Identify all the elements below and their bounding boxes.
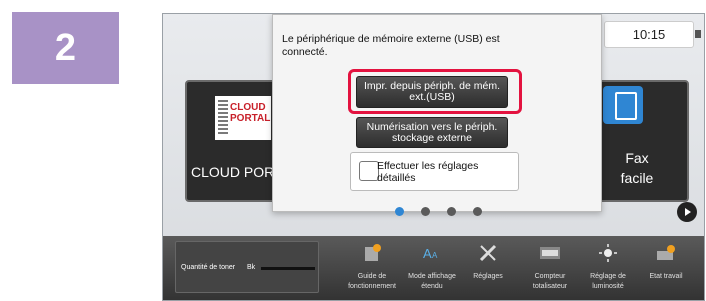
tool-label: Réglages [473, 273, 503, 280]
wrench-screwdriver-icon [476, 242, 500, 264]
detailed-settings-row[interactable]: Effectuer les réglages détaillés [350, 152, 519, 191]
cloud-portal-logo: CLOUD PORTAL [215, 96, 271, 140]
toner-meter [261, 267, 315, 270]
tool-job-status[interactable]: Etat travail [635, 242, 697, 282]
scan-to-usb-button[interactable]: Numérisation vers le périph. stockage ex… [356, 117, 508, 148]
detailed-settings-checkbox[interactable] [359, 161, 379, 181]
guide-book-icon [360, 242, 384, 264]
fax-icon [603, 86, 643, 124]
svg-text:A: A [423, 246, 432, 261]
tool-label: Etat travail [649, 273, 683, 280]
toner-panel: Quantité de toner Bk [175, 241, 319, 293]
page-dot[interactable] [473, 207, 482, 216]
clock: 10:15 [604, 21, 694, 48]
tool-label: Guide de fonctionnement [348, 273, 396, 290]
page-dot[interactable] [447, 207, 456, 216]
dialog-message: Le périphérique de mémoire externe (USB)… [282, 33, 500, 58]
tool-operation-guide[interactable]: Guide de fonctionnement [341, 242, 403, 292]
counter-icon [538, 242, 562, 264]
detailed-settings-label: Effectuer les réglages détaillés [377, 160, 479, 184]
tool-extended-display[interactable]: AA Mode affichage étendu [401, 242, 463, 292]
next-page-arrow-icon[interactable] [677, 202, 697, 222]
bottom-toolbar: Quantité de toner Bk Guide de fonctionne… [163, 236, 704, 300]
tool-label: Réglage de luminosité [590, 273, 626, 290]
tool-settings[interactable]: Réglages [457, 242, 519, 282]
svg-text:A: A [432, 251, 438, 260]
device-touch-screen: CLOUDPORTAL CLOUD POR Faxfacile OK 10:15… [162, 13, 705, 301]
fax-label: Fax facile [620, 150, 654, 186]
highlight-frame [348, 69, 522, 114]
cloud-portal-label: CLOUD POR [191, 164, 275, 180]
toner-label: Quantité de toner [181, 264, 236, 271]
brightness-icon [596, 242, 620, 264]
toner-color-label: Bk [247, 264, 256, 271]
tool-label: Compteur totalisateur [532, 273, 568, 290]
tool-label: Mode affichage étendu [408, 273, 456, 290]
page-indicator [395, 207, 482, 217]
tool-brightness[interactable]: Réglage de luminosité [577, 242, 639, 292]
step-number-badge: 2 [12, 12, 119, 84]
display-mode-icon: AA [420, 242, 444, 264]
job-status-icon [654, 242, 678, 264]
volume-icon[interactable] [695, 30, 701, 38]
page-dot[interactable] [421, 207, 430, 216]
tool-counter[interactable]: Compteur totalisateur [519, 242, 581, 292]
page-dot[interactable] [395, 207, 404, 216]
